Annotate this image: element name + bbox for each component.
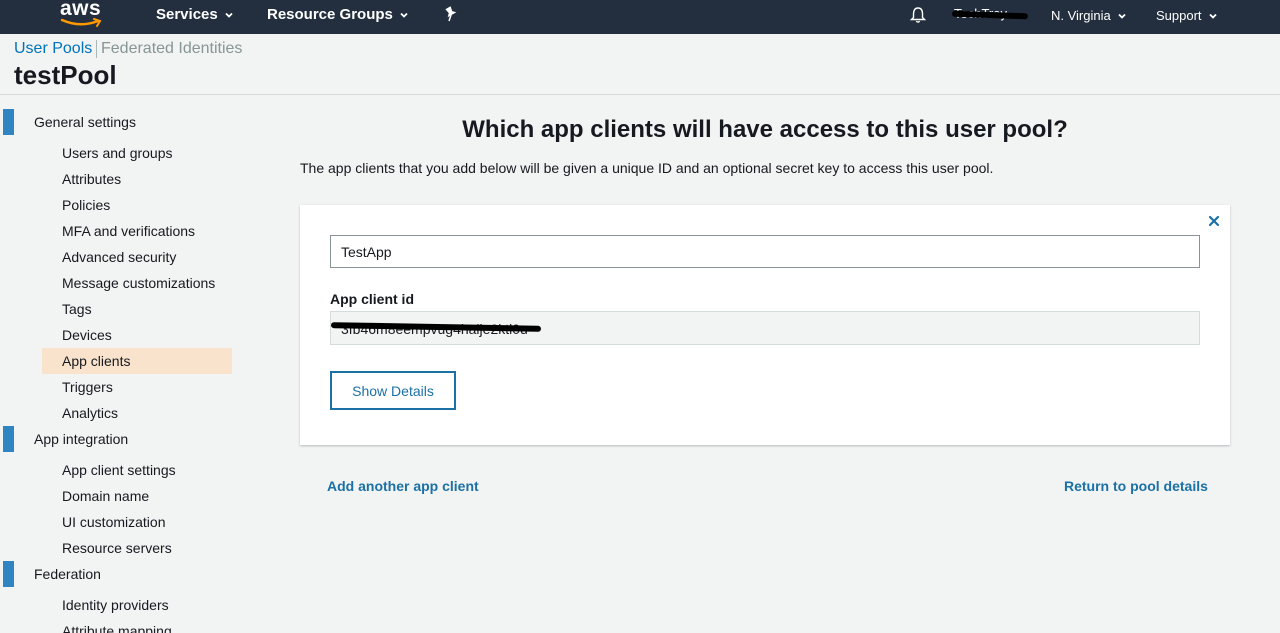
smile-icon xyxy=(60,18,102,27)
sidebar-item-identity-providers[interactable]: Identity providers xyxy=(42,592,232,618)
main-heading: Which app clients will have access to th… xyxy=(462,116,1068,143)
services-menu[interactable]: Services xyxy=(156,6,234,23)
sidebar-item-advanced-security[interactable]: Advanced security xyxy=(42,244,232,270)
sidebar-item-analytics[interactable]: Analytics xyxy=(42,400,232,426)
region-menu[interactable]: N. Virginia xyxy=(1051,8,1127,23)
sidebar-section-general-settings[interactable]: General settings xyxy=(0,109,260,135)
region-label: N. Virginia xyxy=(1051,8,1111,23)
tab-user-pools[interactable]: User Pools xyxy=(14,40,92,58)
sidebar-section-label: App integration xyxy=(34,431,129,447)
sidebar-item-app-clients[interactable]: App clients xyxy=(42,348,232,374)
chevron-down-icon xyxy=(225,12,233,18)
app-client-name-input[interactable] xyxy=(330,235,1200,268)
sidebar-item-label: MFA and verifications xyxy=(62,223,196,239)
sidebar-item-label: Identity providers xyxy=(62,597,169,613)
sidebar-item-label: Devices xyxy=(62,327,112,343)
sidebar-item-app-client-settings[interactable]: App client settings xyxy=(42,457,232,483)
account-menu[interactable]: TechTray xyxy=(951,6,1029,21)
app-client-id-label: App client id xyxy=(330,291,414,307)
app-client-id-field: 3fb46m8eempvug4haije2ktl0u xyxy=(330,311,1200,345)
add-another-app-client-link[interactable]: Add another app client xyxy=(327,478,479,494)
chevron-down-icon xyxy=(400,12,408,18)
sidebar-item-attribute-mapping[interactable]: Attribute mapping xyxy=(42,618,232,633)
show-details-button[interactable]: Show Details xyxy=(330,371,456,410)
sidebar-item-label: Attribute mapping xyxy=(62,623,172,633)
sidebar-item-label: Advanced security xyxy=(62,249,177,265)
sidebar-item-label: Tags xyxy=(62,301,92,317)
sidebar: General settings Users and groups Attrib… xyxy=(0,96,260,633)
close-icon[interactable] xyxy=(1208,215,1220,227)
sidebar-item-label: Attributes xyxy=(62,171,122,187)
tab-federated-identities[interactable]: Federated Identities xyxy=(101,40,242,58)
sidebar-item-attributes[interactable]: Attributes xyxy=(42,166,232,192)
sidebar-section-label: Federation xyxy=(34,566,101,582)
resource-groups-label: Resource Groups xyxy=(267,6,393,23)
pin-icon[interactable] xyxy=(444,6,458,22)
aws-logo[interactable]: aws xyxy=(58,0,106,30)
support-menu[interactable]: Support xyxy=(1156,8,1218,23)
page-header: User Pools Federated Identities testPool xyxy=(0,34,1280,95)
section-marker xyxy=(3,426,14,452)
page-title: testPool xyxy=(14,60,117,90)
sidebar-item-devices[interactable]: Devices xyxy=(42,322,232,348)
sidebar-item-label: Domain name xyxy=(62,488,150,504)
chevron-down-icon xyxy=(1118,13,1126,19)
sidebar-item-label: UI customization xyxy=(62,514,166,530)
sidebar-item-label: App clients xyxy=(62,353,131,369)
sidebar-item-message-customizations[interactable]: Message customizations xyxy=(42,270,232,296)
chevron-down-icon xyxy=(1208,13,1217,19)
sidebar-item-label: Policies xyxy=(62,197,111,213)
sidebar-item-label: Resource servers xyxy=(62,540,172,556)
sidebar-item-ui-customization[interactable]: UI customization xyxy=(42,509,232,535)
sidebar-item-label: Analytics xyxy=(62,405,119,421)
sidebar-item-users-and-groups[interactable]: Users and groups xyxy=(42,140,232,166)
sidebar-item-label: App client settings xyxy=(62,462,176,478)
sidebar-item-tags[interactable]: Tags xyxy=(42,296,232,322)
divider xyxy=(96,40,97,58)
sidebar-section-label: General settings xyxy=(34,114,136,130)
section-marker xyxy=(3,109,14,135)
sidebar-item-label: Message customizations xyxy=(62,275,216,291)
sidebar-item-mfa[interactable]: MFA and verifications xyxy=(42,218,232,244)
resource-groups-menu[interactable]: Resource Groups xyxy=(267,6,409,23)
sidebar-item-triggers[interactable]: Triggers xyxy=(42,374,232,400)
sidebar-item-domain-name[interactable]: Domain name xyxy=(42,483,232,509)
return-to-pool-details-link[interactable]: Return to pool details xyxy=(1064,478,1208,494)
sidebar-item-label: Users and groups xyxy=(62,145,173,161)
support-label: Support xyxy=(1156,8,1202,23)
sidebar-item-resource-servers[interactable]: Resource servers xyxy=(42,535,232,561)
section-marker xyxy=(3,561,14,587)
bell-icon[interactable] xyxy=(909,6,927,24)
main-description: The app clients that you add below will … xyxy=(300,160,994,176)
top-nav: aws Services Resource Groups TechTray N.… xyxy=(0,0,1280,34)
sidebar-item-label: Triggers xyxy=(62,379,113,395)
services-label: Services xyxy=(156,6,218,23)
app-client-card: App client id 3fb46m8eempvug4haije2ktl0u… xyxy=(300,205,1230,445)
sidebar-section-app-integration[interactable]: App integration xyxy=(0,426,260,452)
sidebar-item-policies[interactable]: Policies xyxy=(42,192,232,218)
sidebar-section-federation[interactable]: Federation xyxy=(0,561,260,587)
